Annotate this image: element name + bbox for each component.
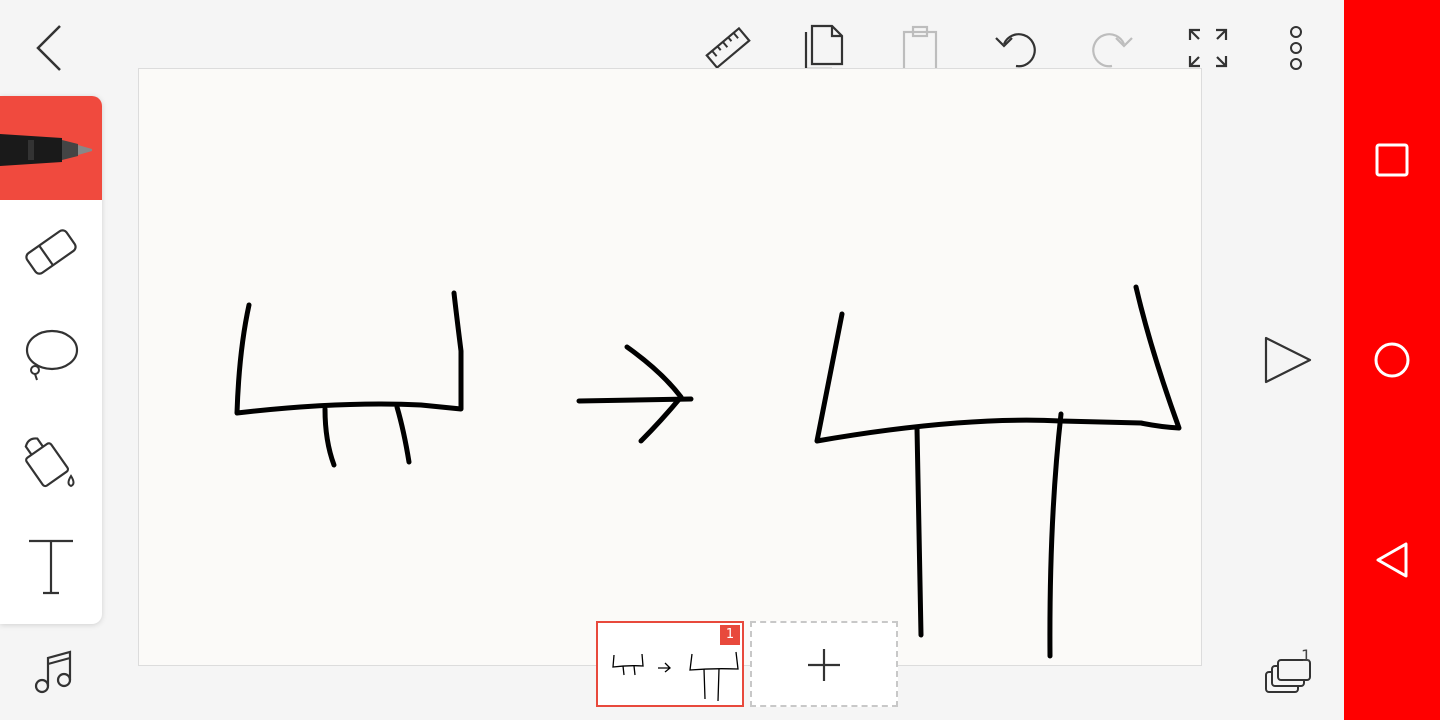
fullscreen-icon	[1188, 28, 1228, 68]
lasso-tool[interactable]	[0, 304, 102, 408]
plus-icon	[808, 649, 840, 681]
redo-button	[1086, 22, 1138, 74]
layer-count: 1	[1301, 646, 1312, 665]
stroke-small-leg-right	[394, 404, 412, 465]
fill-tool[interactable]	[0, 408, 102, 512]
paste-button	[894, 22, 946, 74]
ruler-button[interactable]	[702, 22, 754, 74]
stroke-arrow-head	[624, 344, 684, 444]
more-button[interactable]	[1270, 22, 1322, 74]
pen-icon	[0, 134, 92, 166]
system-nav-bar	[1344, 0, 1440, 720]
paste-icon	[902, 25, 938, 72]
pen-tool[interactable]	[0, 96, 102, 200]
more-icon	[1290, 26, 1302, 70]
tool-panel	[0, 96, 102, 624]
stroke-small-leg-left	[322, 406, 337, 468]
stroke-small-table	[234, 290, 464, 416]
eraser-tool[interactable]	[0, 200, 102, 304]
drawing-strokes	[234, 284, 1182, 659]
square-icon	[1375, 143, 1409, 177]
music-button[interactable]	[28, 646, 80, 698]
music-note-icon	[34, 650, 72, 694]
lasso-icon	[25, 329, 79, 381]
fullscreen-button[interactable]	[1182, 22, 1234, 74]
recents-button[interactable]	[1368, 136, 1416, 184]
play-button[interactable]	[1260, 332, 1316, 388]
back-icon	[36, 25, 61, 71]
stroke-large-table	[814, 284, 1182, 444]
ruler-icon	[705, 26, 751, 70]
copy-button[interactable]	[798, 22, 850, 74]
frame-number-badge: 1	[720, 625, 740, 645]
frame-thumbnail[interactable]: 1	[596, 621, 744, 707]
undo-button[interactable]	[990, 22, 1042, 74]
play-icon	[1264, 336, 1312, 384]
drawing-canvas[interactable]	[138, 68, 1202, 666]
stroke-arrow-shaft	[576, 396, 694, 404]
text-icon	[29, 539, 73, 595]
text-tool[interactable]	[0, 512, 102, 624]
triangle-back-icon	[1376, 542, 1408, 578]
back-nav-button[interactable]	[1368, 536, 1416, 584]
stroke-large-leg-right	[1047, 411, 1064, 659]
copy-icon	[804, 24, 844, 71]
stroke-large-leg-left	[914, 425, 924, 638]
undo-icon	[995, 33, 1036, 68]
add-frame-button[interactable]	[750, 621, 898, 707]
eraser-icon	[25, 229, 77, 275]
circle-icon	[1374, 342, 1410, 378]
back-button[interactable]	[28, 22, 72, 74]
home-button[interactable]	[1368, 336, 1416, 384]
fill-bucket-icon	[24, 437, 75, 488]
redo-icon	[1092, 33, 1133, 68]
